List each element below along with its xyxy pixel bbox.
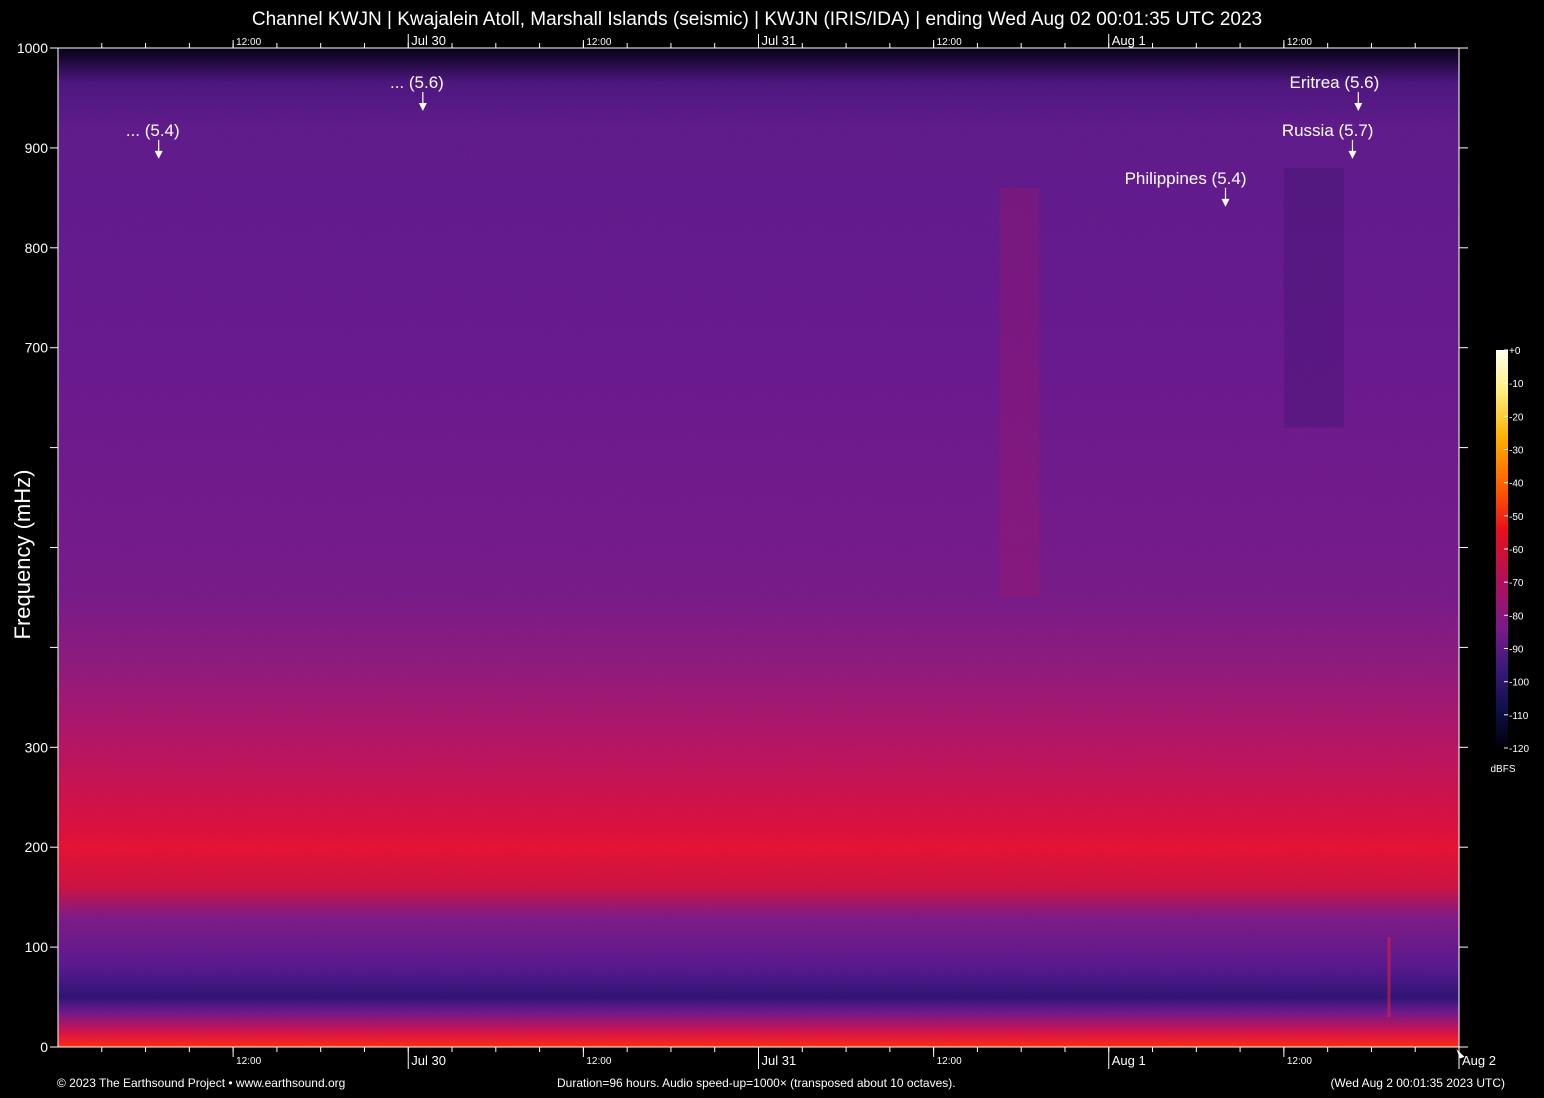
x-tick-label: 12:00 (586, 1056, 611, 1067)
x-tick-label-top: 12:00 (586, 37, 611, 48)
colorbar-tick-label: -30 (1509, 446, 1524, 457)
colorbar-tick-label: -40 (1509, 479, 1524, 490)
event-label: ... (5.4) (126, 121, 180, 140)
x-tick-label: 12:00 (236, 1056, 261, 1067)
x-tick-label-top: Jul 30 (411, 33, 446, 48)
colorbar-tick-label: -110 (1509, 711, 1529, 722)
x-tick-label: 12:00 (937, 1056, 962, 1067)
x-tick-label-top: 12:00 (937, 37, 962, 48)
colorbar-tick-label: -90 (1509, 645, 1524, 656)
colorbar-tick-label: -20 (1509, 412, 1524, 423)
x-tick-label: 12:00 (1287, 1056, 1312, 1067)
spectrogram-image (58, 48, 1459, 1047)
x-tick-label-top: Aug 1 (1112, 33, 1146, 48)
event-label: ... (5.6) (390, 73, 444, 92)
x-tick-label-top: 12:00 (1287, 37, 1312, 48)
event-label: Eritrea (5.6) (1290, 73, 1380, 92)
y-tick-label: 200 (25, 839, 49, 855)
x-tick-label-top: 12:00 (236, 37, 261, 48)
y-tick-label: 900 (25, 140, 49, 156)
x-tick-label: Jul 31 (762, 1053, 797, 1068)
colorbar-unit-label: dBFS (1490, 764, 1515, 775)
y-tick-label: 800 (25, 240, 49, 256)
x-tick-label: Aug 1 (1112, 1053, 1146, 1068)
spectrogram-dark-band (1283, 167, 1344, 428)
x-tick-label-top: Jul 31 (762, 33, 797, 48)
y-tick-label: 100 (25, 939, 49, 955)
colorbar-tick-label: -80 (1509, 611, 1524, 622)
y-tick-label: 1000 (17, 40, 48, 56)
x-tick-label: Jul 30 (411, 1053, 446, 1068)
event-label: Philippines (5.4) (1125, 169, 1247, 188)
colorbar-tick-label: -70 (1509, 578, 1524, 589)
colorbar-tick-label: +0 (1509, 346, 1521, 357)
colorbar-tick-label: -10 (1509, 379, 1524, 390)
spectrogram-streak (999, 187, 1040, 598)
copyright-text: © 2023 The Earthsound Project • www.eart… (57, 1076, 346, 1090)
spectrogram-event-line (1387, 937, 1391, 1018)
spectrogram-noise (58, 48, 1459, 1047)
colorbar-tick-label: -100 (1509, 678, 1529, 689)
timestamp-text: (Wed Aug 2 00:01:35 2023 UTC) (1330, 1076, 1505, 1090)
colorbar-tick-label: -60 (1509, 545, 1524, 556)
duration-text: Duration=96 hours. Audio speed-up=1000× … (557, 1076, 956, 1090)
y-tick-label: 0 (40, 1039, 48, 1055)
colorbar-tick-label: -120 (1509, 744, 1529, 755)
spectrogram-chart: ... (5.4) ... (5.6) Philippines (5.4) Russi… (10, 33, 1529, 1069)
y-tick-label: 700 (25, 340, 49, 356)
y-axis-label: Frequency (mHz) (10, 470, 35, 640)
colorbar: +0 -10 -20 -30 -40 -50 -60 -70 -80 -90 -100 -110 -12… (1490, 346, 1529, 775)
y-tick-label: 300 (25, 739, 49, 755)
event-label: Russia (5.7) (1282, 121, 1374, 140)
colorbar-tick-label: -50 (1509, 512, 1524, 523)
x-tick-label: Aug 2 (1462, 1053, 1496, 1068)
